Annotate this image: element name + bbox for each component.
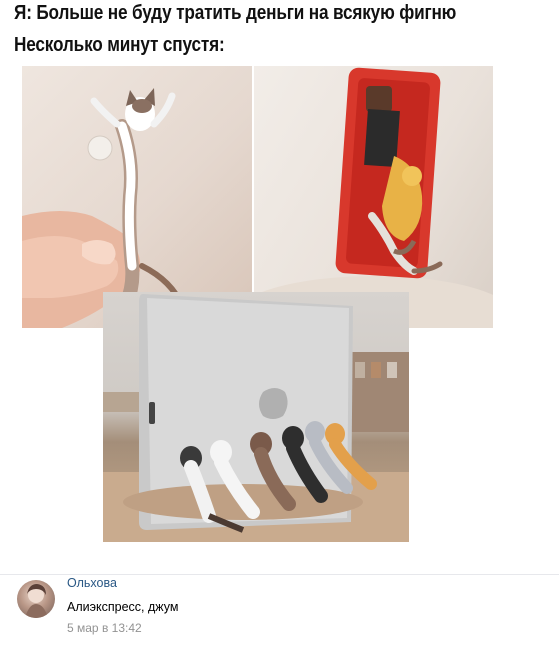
comment-item: Ольхова Алиэкспресс, джум 5 мар в 13:42: [0, 562, 559, 648]
meme-caption-line2: Несколько минут спустя:: [14, 34, 225, 56]
cats-tablet-illustration: [103, 294, 409, 542]
avatar-photo-icon: [25, 584, 48, 618]
photo-cats-holding-tablet: [103, 292, 409, 542]
cat-phone-illustration: [254, 67, 493, 328]
avatar[interactable]: [17, 580, 55, 618]
meme-image[interactable]: Я: Больше не буду тратить деньги на всяк…: [0, 0, 559, 548]
comment-date[interactable]: 5 мар в 13:42: [67, 621, 142, 635]
photo-cat-figurine-hand: [22, 66, 252, 328]
comment-author-link[interactable]: Ольхова: [67, 576, 117, 590]
photo-cat-holding-phone: [254, 66, 493, 328]
meme-caption-line1: Я: Больше не буду тратить деньги на всяк…: [14, 2, 457, 24]
cat-figurine-hand-illustration: [22, 88, 187, 328]
comment-text: Алиэкспресс, джум: [67, 600, 179, 614]
